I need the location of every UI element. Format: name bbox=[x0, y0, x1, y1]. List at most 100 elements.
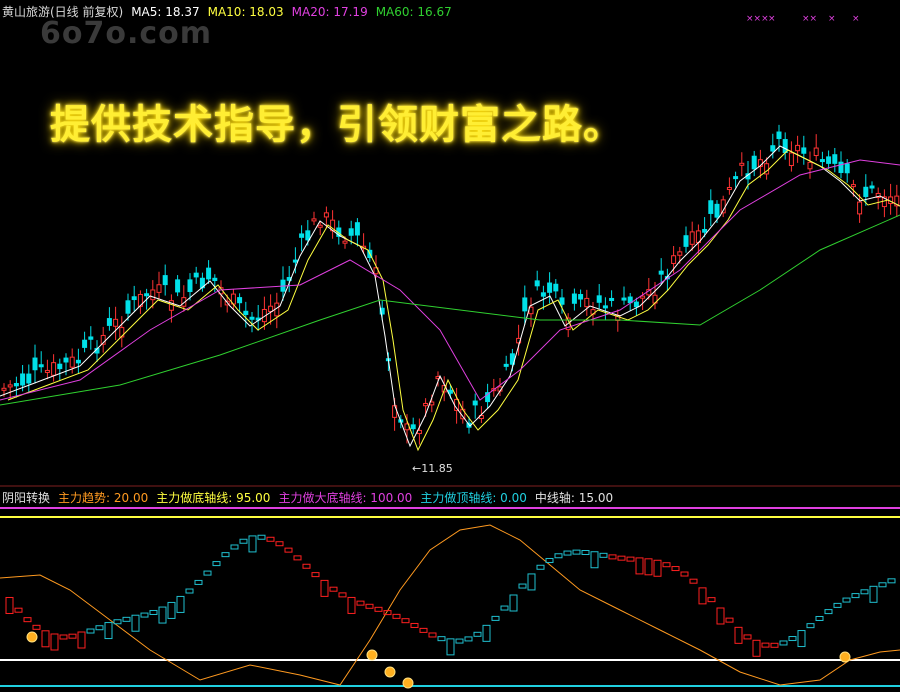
signal-box bbox=[446, 638, 455, 656]
signal-box bbox=[275, 541, 284, 547]
candle-body bbox=[38, 364, 44, 368]
signal-box bbox=[824, 609, 833, 615]
candle-body bbox=[671, 255, 677, 264]
indicator-header: 阴阳转换 主力趋势: 20.00 主力做底轴线: 95.00 主力做大底轴线: 100… bbox=[2, 489, 621, 506]
signal-box bbox=[734, 626, 743, 644]
candle-body bbox=[708, 200, 714, 214]
candle-body bbox=[726, 187, 732, 191]
candle-body bbox=[82, 339, 88, 348]
signal-box bbox=[464, 636, 473, 642]
promo-caption: 提供技术指导，引领财富之路。 bbox=[50, 101, 624, 148]
candle-body bbox=[323, 212, 329, 218]
signal-box bbox=[527, 573, 536, 591]
signal-box bbox=[131, 614, 140, 632]
signal-box bbox=[653, 559, 662, 577]
signal-box bbox=[239, 538, 248, 544]
candle-body bbox=[609, 297, 615, 301]
signal-box bbox=[320, 579, 329, 597]
signal-box bbox=[554, 553, 563, 559]
candle-body bbox=[125, 300, 131, 314]
candle-body bbox=[571, 293, 577, 304]
signal-box bbox=[842, 597, 851, 603]
signal-box bbox=[428, 632, 437, 638]
candle-body bbox=[658, 270, 664, 275]
coin-icon bbox=[26, 631, 38, 643]
signal-box bbox=[392, 613, 401, 619]
ma60-value: MA60: 16.67 bbox=[375, 5, 452, 19]
candle-body bbox=[26, 373, 32, 384]
candle-body bbox=[522, 297, 528, 312]
big-bottom-axis-value: 主力做大底轴线: 100.00 bbox=[278, 491, 413, 505]
candle-body bbox=[596, 295, 602, 303]
signal-box bbox=[95, 625, 104, 631]
mid-axis-value: 中线轴: 15.00 bbox=[534, 491, 614, 505]
candle-body bbox=[844, 163, 850, 174]
signal-box bbox=[671, 566, 680, 572]
signal-box bbox=[329, 586, 338, 592]
candle-body bbox=[7, 384, 13, 388]
signal-box bbox=[266, 536, 275, 542]
candle-body bbox=[714, 203, 720, 218]
signal-mark: ×× bbox=[802, 14, 818, 24]
candle-body bbox=[317, 224, 323, 228]
candle-body bbox=[807, 161, 813, 170]
candle-body bbox=[106, 318, 112, 326]
candle-body bbox=[547, 282, 553, 293]
signal-box bbox=[743, 634, 752, 640]
candle-body bbox=[410, 424, 416, 430]
signal-box bbox=[689, 578, 698, 584]
signal-box bbox=[356, 600, 365, 606]
signal-box bbox=[23, 617, 32, 623]
candle-body bbox=[770, 145, 776, 152]
signal-box bbox=[122, 616, 131, 622]
signal-box bbox=[284, 547, 293, 553]
signal-box bbox=[113, 619, 122, 625]
signal-box bbox=[806, 623, 815, 629]
ma60-line bbox=[0, 214, 900, 406]
candle-body bbox=[788, 152, 794, 167]
signal-box bbox=[104, 622, 113, 640]
signal-box bbox=[869, 585, 878, 603]
candle-body bbox=[683, 235, 689, 247]
signal-box bbox=[833, 602, 842, 608]
signal-box bbox=[779, 640, 788, 646]
bottom-axis-value: 主力做底轴线: 95.00 bbox=[156, 491, 271, 505]
candle-body bbox=[69, 356, 75, 368]
candle-body bbox=[863, 186, 869, 197]
candle-body bbox=[144, 293, 150, 297]
trend-value: 主力趋势: 20.00 bbox=[58, 491, 149, 505]
signal-box bbox=[851, 593, 860, 599]
candle-body bbox=[212, 277, 218, 282]
low-price-label: ←11.85 bbox=[412, 462, 453, 475]
signal-box bbox=[158, 606, 167, 624]
candle-body bbox=[621, 297, 627, 301]
coin-icon bbox=[366, 649, 378, 661]
signal-box bbox=[338, 592, 347, 598]
candle-body bbox=[540, 292, 546, 297]
candle-body bbox=[578, 294, 584, 300]
ma20-value: MA20: 17.19 bbox=[291, 5, 368, 19]
signal-box bbox=[212, 561, 221, 567]
signal-box bbox=[572, 549, 581, 555]
ma20-line bbox=[0, 159, 900, 401]
stock-chart-window: 6o7o.com 黄山旅游(日线 前复权) MA5: 18.37 MA10: 18.… bbox=[0, 0, 900, 692]
candle-body bbox=[534, 280, 540, 287]
signal-box bbox=[491, 615, 500, 621]
candle-body bbox=[187, 279, 193, 293]
candle-body bbox=[237, 297, 243, 304]
candle-body bbox=[51, 362, 57, 376]
signal-box bbox=[41, 630, 50, 648]
signal-box bbox=[563, 550, 572, 556]
signal-box bbox=[68, 633, 77, 639]
candle-body bbox=[782, 139, 788, 153]
candle-body bbox=[57, 363, 63, 370]
signal-box bbox=[500, 605, 509, 611]
signal-box bbox=[887, 578, 896, 584]
signal-box bbox=[707, 597, 716, 603]
signal-box bbox=[50, 633, 59, 651]
candle-body bbox=[801, 147, 807, 154]
signal-box bbox=[437, 636, 446, 642]
signal-box bbox=[626, 556, 635, 562]
candle-body bbox=[553, 283, 559, 292]
stock-title: 黄山旅游(日线 前复权) bbox=[2, 5, 124, 19]
